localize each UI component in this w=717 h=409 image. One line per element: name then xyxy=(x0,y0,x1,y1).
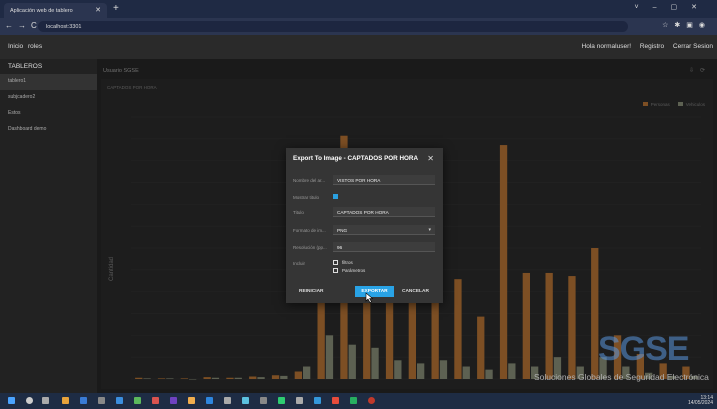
params-label: Parámetros xyxy=(342,268,366,273)
nav-buttons[interactable]: ←→C xyxy=(5,21,42,30)
sidebar: TABLEROS tablero1 subjcadero2 Estos Dash… xyxy=(0,59,97,393)
export-dialog: Export To Image - CAPTADOS POR HORA ✕ No… xyxy=(286,148,443,303)
dialog-title: Export To Image - CAPTADOS POR HORA xyxy=(293,155,419,162)
tab-title: Aplicación web de tablero xyxy=(10,7,73,14)
app-icon[interactable] xyxy=(206,397,213,404)
title-input[interactable]: CAPTADOS POR HORA xyxy=(333,207,435,217)
new-tab-icon[interactable]: + xyxy=(113,3,119,14)
app-icon[interactable] xyxy=(98,397,105,404)
app-icon[interactable] xyxy=(224,397,231,404)
filename-label: Nombre del ar... xyxy=(293,178,326,183)
reset-button[interactable]: REINICIAR xyxy=(299,289,324,294)
app-icon[interactable] xyxy=(116,397,123,404)
logout-link[interactable]: Cerrar Sesion xyxy=(673,43,713,50)
sidebar-item[interactable]: Estos xyxy=(0,106,97,122)
task-view-icon[interactable] xyxy=(42,397,49,404)
app-icon[interactable] xyxy=(278,397,285,404)
params-checkbox[interactable] xyxy=(333,268,338,273)
watermark-subtitle: Soluciones Globales de Seguridad Electró… xyxy=(534,372,709,382)
system-clock[interactable]: 13:14 14/05/2024 xyxy=(688,396,713,406)
app-icon[interactable] xyxy=(314,397,321,404)
include-label: Incluir xyxy=(293,261,306,266)
sidebar-item[interactable]: subjcadero2 xyxy=(0,90,97,106)
close-icon[interactable]: ✕ xyxy=(427,154,434,163)
app-icon[interactable] xyxy=(368,397,375,404)
app-icon[interactable] xyxy=(188,397,195,404)
sidebar-heading: TABLEROS xyxy=(8,63,43,70)
app-icon[interactable] xyxy=(152,397,159,404)
show-title-checkbox[interactable] xyxy=(333,194,338,199)
app-icon[interactable] xyxy=(296,397,303,404)
format-label: Formato de im... xyxy=(293,228,326,233)
resolution-input[interactable]: 96 xyxy=(333,242,435,252)
browser-tab-strip: Aplicación web de tablero ✕ + ˅–▢✕ xyxy=(0,0,717,18)
show-title-label: Mostrar titulo xyxy=(293,195,320,200)
app-icon[interactable] xyxy=(350,397,357,404)
register-link[interactable]: Registro xyxy=(640,43,664,50)
windows-start-icon[interactable] xyxy=(8,397,15,404)
nav-links[interactable]: Inicio roles xyxy=(8,43,42,50)
browser-tab[interactable]: Aplicación web de tablero ✕ xyxy=(4,3,107,18)
format-value: PNG xyxy=(337,228,348,233)
toolbar-icons[interactable]: ☆✱▣◉ xyxy=(662,21,711,29)
url-field[interactable]: localhost:3301 xyxy=(38,21,628,32)
title-label: Titulo xyxy=(293,210,304,215)
app-header: Inicio roles Hola normaluser! Registro C… xyxy=(0,35,717,59)
browser-icon[interactable] xyxy=(80,397,87,404)
export-button[interactable]: EXPORTAR xyxy=(355,286,394,297)
user-menu: Hola normaluser! Registro Cerrar Sesion xyxy=(575,43,713,50)
window-controls[interactable]: ˅–▢✕ xyxy=(635,3,711,11)
clock-date: 14/05/2024 xyxy=(687,400,713,406)
format-select[interactable]: PNG ▾ xyxy=(333,225,435,235)
filename-input[interactable]: VISTOS POR HORA xyxy=(333,175,435,185)
app-icon[interactable] xyxy=(260,397,267,404)
sgse-logo: SGSE xyxy=(598,330,689,368)
os-taskbar: 13:14 14/05/2024 xyxy=(0,393,717,409)
resolution-label: Resolución (pp... xyxy=(293,245,327,250)
chevron-down-icon: ▾ xyxy=(428,227,431,233)
address-bar-row: ←→C localhost:3301 ☆✱▣◉ xyxy=(0,18,717,35)
sidebar-item[interactable]: Dashboard demo xyxy=(0,122,97,138)
sidebar-item[interactable]: tablero1 xyxy=(0,74,97,90)
search-icon[interactable] xyxy=(26,397,33,404)
url-text: localhost:3301 xyxy=(46,23,82,30)
file-explorer-icon[interactable] xyxy=(62,397,69,404)
app-icon[interactable] xyxy=(134,397,141,404)
close-tab-icon[interactable]: ✕ xyxy=(95,6,101,14)
app-icon[interactable] xyxy=(170,397,177,404)
filters-checkbox[interactable] xyxy=(333,260,338,265)
cancel-button[interactable]: CANCELAR xyxy=(402,289,429,294)
mouse-pointer-icon xyxy=(365,292,374,303)
filters-label: filtros xyxy=(342,260,353,265)
greeting-text: Hola normaluser! xyxy=(581,43,632,50)
app-icon[interactable] xyxy=(242,397,249,404)
app-icon[interactable] xyxy=(332,397,339,404)
